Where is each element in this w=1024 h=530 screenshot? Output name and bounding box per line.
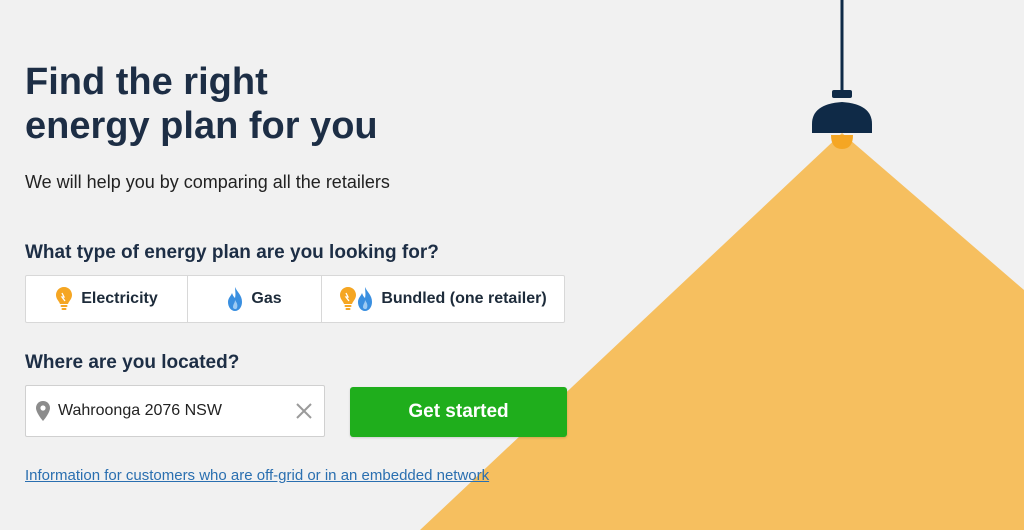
lamp-shade [812,102,872,133]
off-grid-info-link[interactable]: Information for customers who are off-gr… [25,467,489,484]
lamp-cap [832,90,852,98]
plan-option-label: Electricity [81,290,158,307]
location-input[interactable] [58,402,278,420]
plan-option-bundled[interactable]: Bundled (one retailer) [322,276,564,322]
page-title-line-1: Find the right [25,61,268,103]
get-started-button[interactable]: Get started [350,387,567,437]
location-question: Where are you located? [25,352,240,373]
light-beam [420,133,1024,530]
page-title: Find the right energy plan for you [25,60,545,148]
map-pin-icon [36,401,50,421]
plan-type-selector: Electricity Gas Bundled (one retailer) [25,275,565,323]
bulb-flame-icon [339,286,373,312]
flame-icon [227,286,243,312]
plan-option-label: Gas [251,290,282,307]
close-icon[interactable] [294,401,314,421]
plan-option-gas[interactable]: Gas [188,276,322,322]
page-title-line-2: energy plan for you [25,105,378,147]
plan-type-question: What type of energy plan are you looking… [25,242,439,263]
plan-option-electricity[interactable]: Electricity [26,276,188,322]
page-subtitle: We will help you by comparing all the re… [25,172,390,192]
bulb-icon [55,286,73,312]
plan-option-label: Bundled (one retailer) [381,290,547,307]
location-field [25,385,325,437]
